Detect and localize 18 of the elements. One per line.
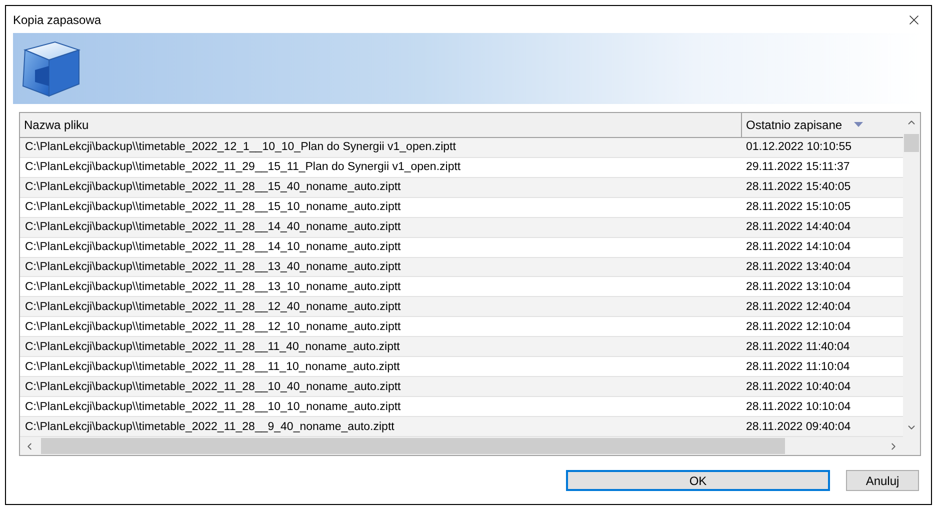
file-row[interactable]: C:\PlanLekcji\backup\\timetable_2022_11_28__9_40_noname_auto.ziptt 28.11.2022 09:40:04 bbox=[20, 417, 903, 437]
file-row[interactable]: C:\PlanLekcji\backup\\timetable_2022_11_28__13_40_noname_auto.ziptt 28.11.2022 13:40:04 bbox=[20, 258, 903, 278]
file-row[interactable]: C:\PlanLekcji\backup\\timetable_2022_11_28__10_40_noname_auto.ziptt 28.11.2022 10:40:04 bbox=[20, 377, 903, 398]
cancel-button[interactable]: Anuluj bbox=[846, 470, 919, 491]
window-title: Kopia zapasowa bbox=[13, 12, 102, 26]
file-row[interactable]: C:\PlanLekcji\backup\\timetable_2022_11_28__14_10_noname_auto.ziptt 28.11.2022 14:10:04 bbox=[20, 238, 903, 258]
file-row[interactable]: C:\PlanLekcji\backup\\timetable_2022_12_1__10_10_Plan do Synergii v1_open.ziptt 01.12.2022 10:10:55 bbox=[20, 138, 903, 158]
scroll-thumb[interactable] bbox=[904, 134, 919, 152]
file-row[interactable]: C:\PlanLekcji\backup\\timetable_2022_11_28__14_40_noname_auto.ziptt 28.11.2022 14:40:04 bbox=[20, 218, 903, 238]
vertical-scrollbar[interactable] bbox=[903, 113, 920, 437]
file-row[interactable]: C:\PlanLekcji\backup\\timetable_2022_11_28__15_10_noname_auto.ziptt 28.11.2022 15:10:05 bbox=[20, 198, 903, 218]
file-row[interactable]: C:\PlanLekcji\backup\\timetable_2022_11_28__15_40_noname_auto.ziptt 28.11.2022 15:40:05 bbox=[20, 178, 903, 198]
file-row[interactable]: C:\PlanLekcji\backup\\timetable_2022_11_28__12_40_noname_auto.ziptt 28.11.2022 12:40:04 bbox=[20, 297, 903, 318]
ok-button[interactable]: OK bbox=[566, 470, 830, 491]
horizontal-scrollbar[interactable] bbox=[20, 437, 903, 455]
column-header[interactable]: Nazwa pliku bbox=[20, 113, 741, 137]
file-row[interactable]: C:\PlanLekcji\backup\\timetable_2022_11_28__11_40_noname_auto.ziptt 28.11.2022 11:40:04 bbox=[20, 337, 903, 358]
scroll-thumb[interactable] bbox=[41, 438, 785, 454]
